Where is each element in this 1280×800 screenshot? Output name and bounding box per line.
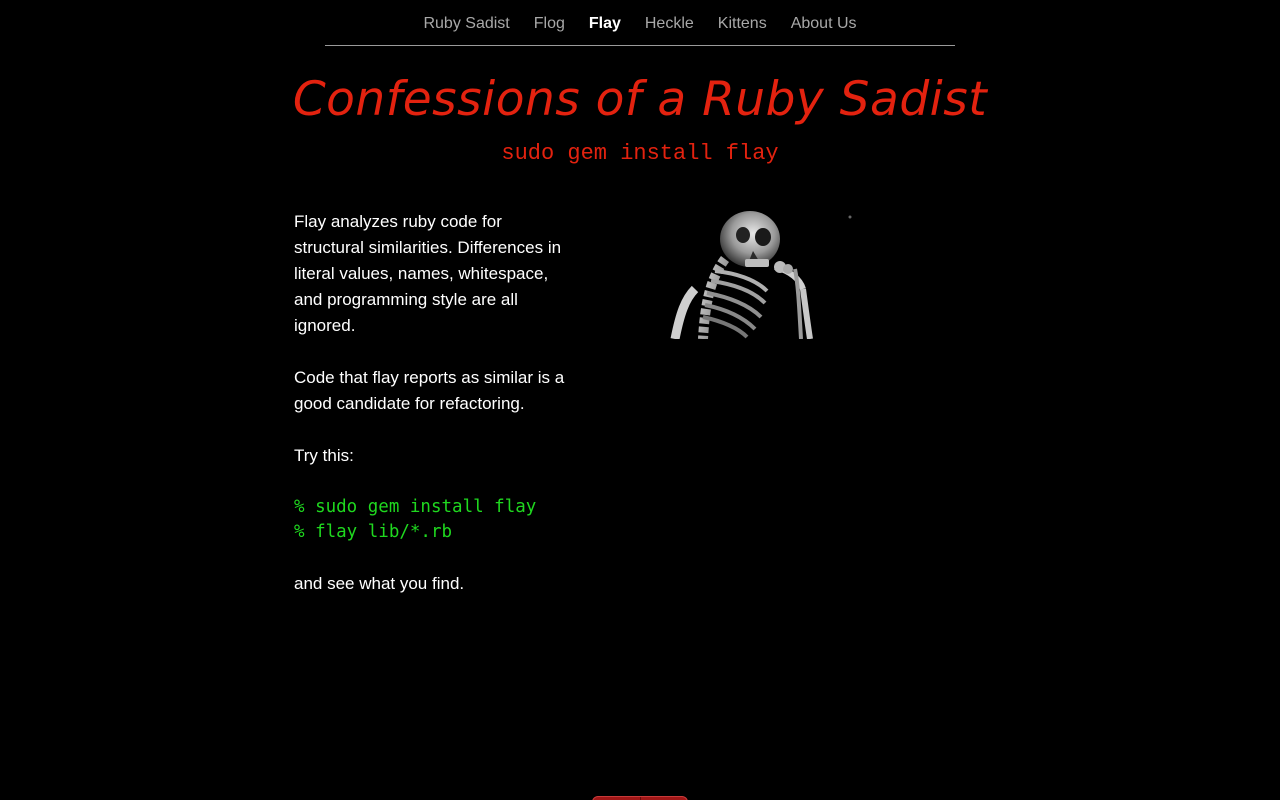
- footer-tab-button[interactable]: [592, 796, 688, 800]
- refactoring-paragraph: Code that flay reports as similar is a g…: [294, 368, 565, 413]
- nav-link-about-us[interactable]: About Us: [791, 15, 857, 32]
- nav-link-heckle[interactable]: Heckle: [645, 15, 694, 32]
- top-navigation: Ruby Sadist Flog Flay Heckle Kittens Abo…: [325, 0, 955, 46]
- closing-paragraph: and see what you find.: [294, 574, 465, 593]
- nav-link-flay[interactable]: Flay: [589, 15, 621, 32]
- main-content: Flay analyzes ruby code for structural s…: [294, 209, 569, 623]
- nav-link-kittens[interactable]: Kittens: [718, 15, 767, 32]
- description-paragraph: Flay analyzes ruby code for structural s…: [294, 212, 562, 335]
- thinking-skeleton-image: [655, 209, 855, 339]
- site-title: Confessions of a Ruby Sadist: [292, 72, 988, 127]
- code-block: % sudo gem install flay % flay lib/*.rb: [294, 495, 569, 545]
- nav-link-ruby-sadist[interactable]: Ruby Sadist: [423, 15, 509, 32]
- try-this-label: Try this:: [294, 446, 354, 465]
- code-line: % sudo gem install flay: [294, 497, 537, 517]
- code-line: % flay lib/*.rb: [294, 522, 453, 542]
- nav-link-flog[interactable]: Flog: [534, 15, 565, 32]
- install-command: sudo gem install flay: [501, 141, 779, 166]
